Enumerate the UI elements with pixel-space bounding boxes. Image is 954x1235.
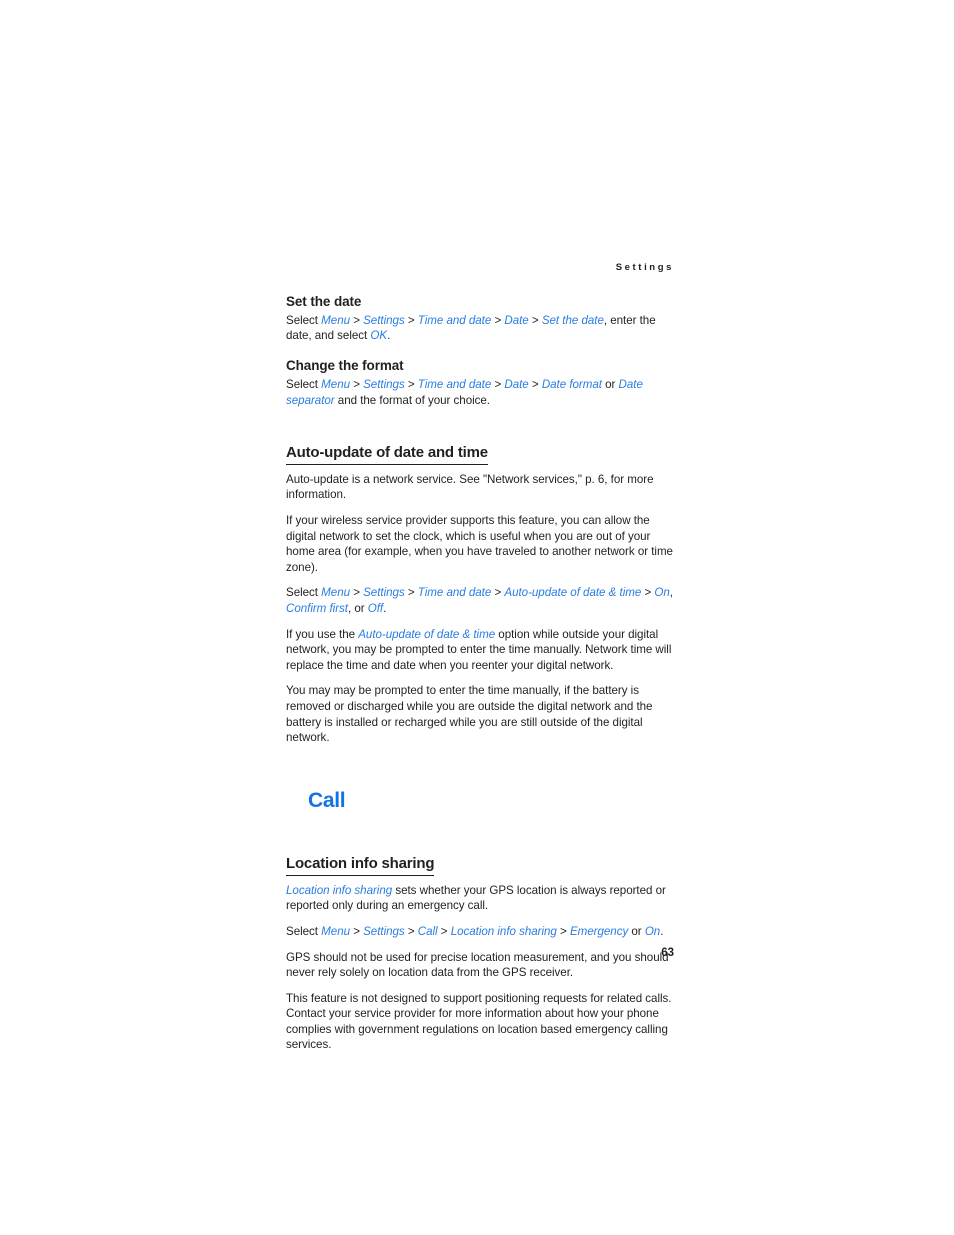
ui-path-term: Settings [363,313,405,327]
ui-path-term: Auto-update of date & time [358,627,496,641]
text-run: , or [347,602,368,616]
section-heading-wrap: Auto-update of date and time [286,418,676,472]
paragraph-location-info-sharing-desc: Location info sharing sets whether your … [286,883,676,914]
ui-path-term: On [644,924,661,938]
ui-path-term: Menu [321,924,351,938]
text-run: and the format of your choice. [334,393,490,407]
ui-path-term: Set the date [541,313,604,327]
paragraph-set-the-date-path: Select Menu > Settings > Time and date >… [286,313,676,344]
paragraph-auto-update-battery-removed: You may may be prompted to enter the tim… [286,683,676,745]
ui-path-term: Call [417,924,438,938]
ui-path-term: Off [367,602,384,616]
running-header: Settings [615,262,674,273]
ui-path-term: Settings [363,377,405,391]
paragraph-location-positioning-requests: This feature is not designed to support … [286,991,676,1053]
section-heading-location-info-sharing: Location info sharing [286,855,435,876]
path-separator: > [350,313,364,327]
paragraph-change-the-format-path: Select Menu > Settings > Time and date >… [286,377,676,408]
path-separator: > [556,924,570,938]
path-separator: > [437,924,451,938]
ui-path-term: Time and date [417,313,492,327]
ui-path-term: Location info sharing [286,883,393,897]
path-separator: > [350,924,364,938]
section-heading-auto-update-of-date-and-time: Auto-update of date and time [286,444,488,465]
paragraph-auto-update-path: Select Menu > Settings > Time and date >… [286,585,676,616]
ui-path-term: Emergency [569,924,629,938]
ui-path-term: Menu [321,377,351,391]
ui-path-term: Menu [321,586,351,600]
ui-path-term: Date format [541,377,602,391]
path-separator: > [350,586,364,600]
ui-path-term: Time and date [417,377,492,391]
path-separator: > [491,313,505,327]
path-separator: > [491,377,505,391]
ui-path-term: Settings [363,924,405,938]
path-separator: > [404,313,418,327]
text-run: If your wireless service provider suppor… [286,514,673,574]
text-run: or [628,924,645,938]
text-run: or [601,377,619,391]
path-separator: > [641,586,655,600]
ui-path-term: Time and date [417,586,492,600]
manual-page: Settings Set the date Select Menu > Setti… [0,0,954,1235]
path-separator: > [528,313,542,327]
paragraph-location-info-sharing-path: Select Menu > Settings > Call > Location… [286,924,676,940]
sub-heading-set-the-date: Set the date [286,294,362,309]
text-run: This feature is not designed to support … [286,991,672,1052]
text-run: . [660,924,664,938]
text-run: Select [286,586,322,600]
paragraph-auto-update-outside-network: If you use the Auto-update of date & tim… [286,627,676,674]
ui-path-term: Date [504,377,529,391]
chapter-heading-call: Call [308,788,346,812]
ui-path-term: Date [504,313,529,327]
text-run: Auto-update is a network service. See "N… [286,472,654,502]
path-separator: > [404,924,418,938]
path-separator: > [528,377,542,391]
text-run: You may may be prompted to enter the tim… [286,684,653,745]
ui-path-term: Menu [321,313,351,327]
path-separator: > [404,586,418,600]
page-number: 63 [661,947,674,959]
path-separator: > [404,377,418,391]
text-run: . [383,602,387,616]
text-run: . [387,329,391,343]
text-run: If you use the [286,627,359,641]
section-heading-wrap: Location info sharing [286,829,676,883]
sub-heading-change-the-format: Change the format [286,358,404,374]
ui-path-term: Settings [363,586,405,600]
text-run: , [669,586,673,600]
text-run: Select [286,924,322,938]
ui-path-term: Confirm first [286,602,348,616]
text-run: Select [286,313,322,327]
paragraph-auto-update-provider-support: If your wireless service provider suppor… [286,513,676,575]
path-separator: > [491,586,505,600]
ui-path-term: OK [370,329,388,343]
text-run: Select [286,377,322,391]
paragraph-auto-update-network-service: Auto-update is a network service. See "N… [286,472,676,503]
ui-path-term: On [654,586,670,600]
path-separator: > [350,377,364,391]
ui-path-term: Auto-update of date & time [504,586,642,600]
ui-path-term: Location info sharing [450,924,557,938]
